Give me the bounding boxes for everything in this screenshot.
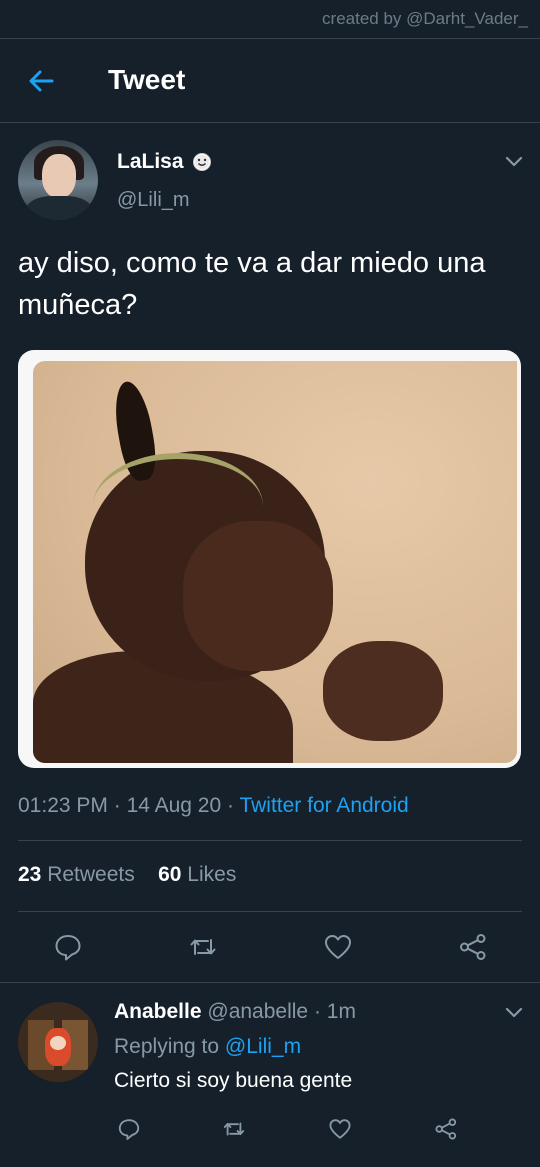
tweet-date: 14 Aug 20 xyxy=(126,794,222,817)
page-title: Tweet xyxy=(108,64,186,95)
tweet-photo[interactable] xyxy=(33,361,517,763)
like-count: 60 xyxy=(158,863,182,886)
tweet-client-link[interactable]: Twitter for Android xyxy=(239,794,408,817)
reply-author-avatar[interactable] xyxy=(18,1002,98,1082)
reply-header: Anabelle @anabelle · 1m xyxy=(114,1000,356,1023)
tweet-time: 01:23 PM xyxy=(18,794,108,817)
chevron-down-icon[interactable] xyxy=(505,1007,523,1019)
share-icon[interactable] xyxy=(458,932,488,962)
tweet-text: ay diso, como te va a dar miedo una muñe… xyxy=(18,247,486,321)
likes-stat[interactable]: 60 Likes xyxy=(158,863,236,886)
reply-text: Cierto si soy buena gente xyxy=(114,1069,353,1092)
retweet-icon[interactable] xyxy=(222,1117,246,1141)
replying-to: Replying to @Lili_m xyxy=(114,1035,301,1059)
reply-handle[interactable]: @anabelle xyxy=(207,1000,308,1023)
like-label: Likes xyxy=(187,863,237,886)
retweet-count: 23 xyxy=(18,863,42,886)
reply-display-name[interactable]: Anabelle xyxy=(114,1000,202,1023)
retweet-label: Retweets xyxy=(47,863,135,886)
comment-icon[interactable] xyxy=(117,1117,141,1141)
retweet-icon[interactable] xyxy=(188,932,218,962)
divider xyxy=(18,840,522,841)
author-avatar[interactable] xyxy=(18,140,98,220)
replying-prefix: Replying to xyxy=(114,1035,220,1058)
smiling-face-icon xyxy=(193,153,211,171)
divider xyxy=(0,982,540,983)
retweets-stat[interactable]: 23 Retweets xyxy=(18,863,135,886)
author-display-name[interactable]: LaLisa xyxy=(117,150,184,174)
tweet-meta: 01:23 PM · 14 Aug 20 · Twitter for Andro… xyxy=(18,794,409,817)
heart-icon[interactable] xyxy=(328,1117,352,1141)
divider xyxy=(18,911,522,912)
top-bar: Tweet xyxy=(0,38,540,123)
replying-to-link[interactable]: @Lili_m xyxy=(225,1035,301,1058)
tweet-stats: 23 Retweets 60 Likes xyxy=(18,863,236,887)
comment-icon[interactable] xyxy=(53,932,83,962)
chevron-down-icon[interactable] xyxy=(505,156,523,168)
tweet-media[interactable] xyxy=(18,350,521,768)
reply-age: 1m xyxy=(326,1000,356,1023)
heart-icon[interactable] xyxy=(323,932,353,962)
share-icon[interactable] xyxy=(434,1117,458,1141)
watermark-credit: created by @Darht_Vader_ xyxy=(322,9,528,28)
author-handle[interactable]: @Lili_m xyxy=(117,189,190,212)
arrow-left-icon[interactable] xyxy=(26,66,56,96)
credit-bar: created by @Darht_Vader_ xyxy=(0,0,540,39)
